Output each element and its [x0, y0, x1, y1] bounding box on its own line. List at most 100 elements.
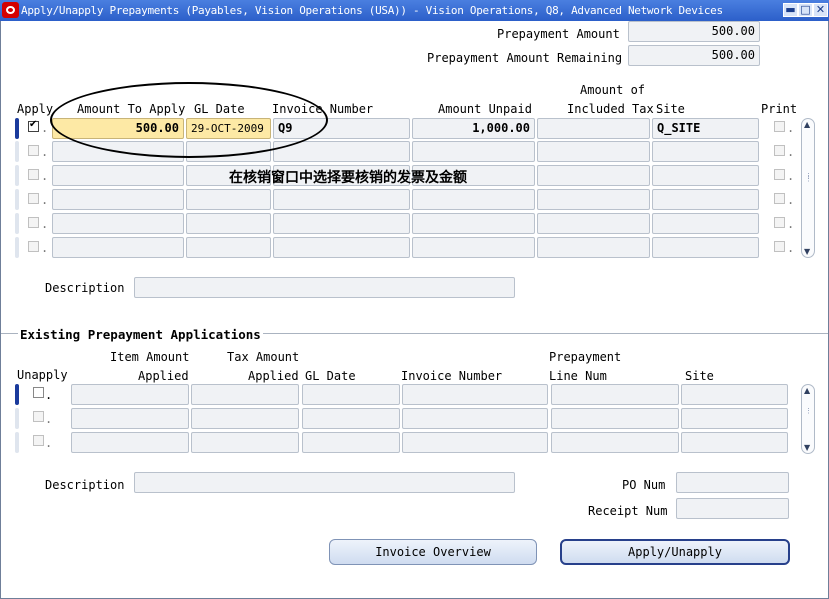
row-indicator[interactable] — [15, 213, 19, 234]
item-amount-applied-field[interactable] — [71, 408, 189, 429]
included-tax-field[interactable] — [537, 237, 650, 258]
print-checkbox[interactable] — [774, 193, 785, 204]
gl-date-field[interactable] — [186, 213, 271, 234]
amount-unpaid-field[interactable] — [412, 213, 535, 234]
col-header-amount-unpaid: Amount Unpaid — [438, 102, 532, 116]
scroll-grip-icon[interactable]: ⋮ ⋮ — [805, 173, 812, 183]
row-indicator[interactable] — [15, 384, 19, 405]
included-tax-field[interactable] — [537, 118, 650, 139]
existing-section-title: Existing Prepayment Applications — [18, 327, 263, 342]
apply-unapply-button[interactable]: Apply/Unapply — [560, 539, 790, 565]
prepayment-line-num-field[interactable] — [551, 432, 679, 453]
invoice-number-field[interactable]: Q9 — [273, 118, 410, 139]
scroll-down-icon[interactable]: ▼ — [804, 247, 810, 256]
tax-amount-applied-field[interactable] — [191, 408, 299, 429]
row-indicator[interactable] — [15, 237, 19, 258]
amount-unpaid-field[interactable] — [412, 141, 535, 162]
gl-date-field[interactable] — [302, 384, 400, 405]
site-field[interactable] — [652, 189, 759, 210]
row-indicator[interactable] — [15, 189, 19, 210]
gl-date-field[interactable] — [186, 141, 271, 162]
row-indicator[interactable] — [15, 165, 19, 186]
close-icon[interactable]: ✕ — [813, 3, 828, 17]
item-amount-applied-field[interactable] — [71, 384, 189, 405]
invoice-number-field[interactable] — [402, 432, 548, 453]
print-checkbox[interactable] — [774, 217, 785, 228]
gl-date-field[interactable] — [186, 189, 271, 210]
included-tax-field[interactable] — [537, 165, 650, 186]
gl-date-field[interactable] — [186, 237, 271, 258]
existing-table-scrollbar[interactable]: ▲ ⋮ ▼ — [801, 384, 815, 454]
receipt-num-field[interactable] — [676, 498, 789, 519]
description-field[interactable] — [134, 277, 515, 298]
gl-date-field[interactable] — [302, 432, 400, 453]
invoice-number-field[interactable] — [273, 237, 410, 258]
maximize-icon[interactable]: □ — [798, 3, 813, 17]
unapply-checkbox[interactable] — [33, 435, 44, 446]
included-tax-field[interactable] — [537, 189, 650, 210]
invoice-number-field[interactable] — [402, 408, 548, 429]
apply-checkbox[interactable] — [28, 119, 39, 132]
apply-checkbox[interactable] — [28, 193, 39, 204]
site-field[interactable]: Q_SITE — [652, 118, 759, 139]
apply-checkbox-marker: . — [41, 241, 49, 255]
scroll-down-icon[interactable]: ▼ — [804, 443, 810, 452]
amount-to-apply-field[interactable] — [52, 141, 184, 162]
tax-amount-applied-field[interactable] — [191, 432, 299, 453]
scroll-up-icon[interactable]: ▲ — [804, 386, 810, 395]
amount-to-apply-field[interactable] — [52, 213, 184, 234]
prepayment-amount-field[interactable]: 500.00 — [628, 21, 760, 42]
print-checkbox[interactable] — [774, 145, 785, 156]
site-field[interactable] — [652, 237, 759, 258]
tax-amount-applied-field[interactable] — [191, 384, 299, 405]
row-indicator[interactable] — [15, 432, 19, 453]
invoice-number-field[interactable] — [402, 384, 548, 405]
prepayment-remaining-field[interactable]: 500.00 — [628, 45, 760, 66]
po-num-field[interactable] — [676, 472, 789, 493]
amount-to-apply-field[interactable] — [52, 165, 184, 186]
existing-description-field[interactable] — [134, 472, 515, 493]
invoice-overview-button[interactable]: Invoice Overview — [329, 539, 537, 565]
row-indicator[interactable] — [15, 141, 19, 162]
amount-unpaid-field[interactable]: 1,000.00 — [412, 118, 535, 139]
amount-to-apply-field[interactable]: 500.00 — [52, 118, 184, 139]
unapply-checkbox[interactable] — [33, 411, 44, 422]
apply-checkbox[interactable] — [28, 217, 39, 228]
included-tax-field[interactable] — [537, 141, 650, 162]
item-amount-applied-field[interactable] — [71, 432, 189, 453]
col-header-tax-amount: Tax Amount — [227, 350, 300, 364]
amount-to-apply-field[interactable] — [52, 189, 184, 210]
amount-unpaid-field[interactable] — [412, 189, 535, 210]
site-field[interactable] — [681, 408, 788, 429]
row-indicator[interactable] — [15, 118, 19, 139]
unapply-checkbox[interactable] — [33, 387, 44, 398]
invoice-number-field[interactable] — [273, 141, 410, 162]
apply-checkbox[interactable] — [28, 145, 39, 156]
prepayment-line-num-field[interactable] — [551, 384, 679, 405]
prepayment-line-num-field[interactable] — [551, 408, 679, 429]
col-header-amount-of: Amount of — [580, 83, 646, 97]
minimize-icon[interactable]: ▬ — [783, 3, 798, 17]
gl-date-field[interactable] — [302, 408, 400, 429]
scroll-grip-icon[interactable]: ⋮ — [805, 408, 812, 415]
site-field[interactable] — [652, 165, 759, 186]
amount-unpaid-field[interactable] — [412, 237, 535, 258]
apply-checkbox[interactable] — [28, 241, 39, 252]
site-field[interactable] — [652, 213, 759, 234]
col-header-gl-date: GL Date — [194, 102, 245, 116]
amount-to-apply-field[interactable] — [52, 237, 184, 258]
print-checkbox[interactable] — [774, 169, 785, 180]
scroll-up-icon[interactable]: ▲ — [804, 120, 810, 129]
invoice-number-field[interactable] — [273, 189, 410, 210]
print-checkbox[interactable] — [774, 241, 785, 252]
apply-checkbox[interactable] — [28, 169, 39, 180]
included-tax-field[interactable] — [537, 213, 650, 234]
site-field[interactable] — [681, 432, 788, 453]
site-field[interactable] — [652, 141, 759, 162]
invoice-number-field[interactable] — [273, 213, 410, 234]
print-checkbox[interactable] — [774, 121, 785, 132]
row-indicator[interactable] — [15, 408, 19, 429]
gl-date-field[interactable]: 29-OCT-2009 — [186, 118, 271, 139]
site-field[interactable] — [681, 384, 788, 405]
apply-table-scrollbar[interactable]: ▲ ⋮ ⋮ ▼ — [801, 118, 815, 258]
